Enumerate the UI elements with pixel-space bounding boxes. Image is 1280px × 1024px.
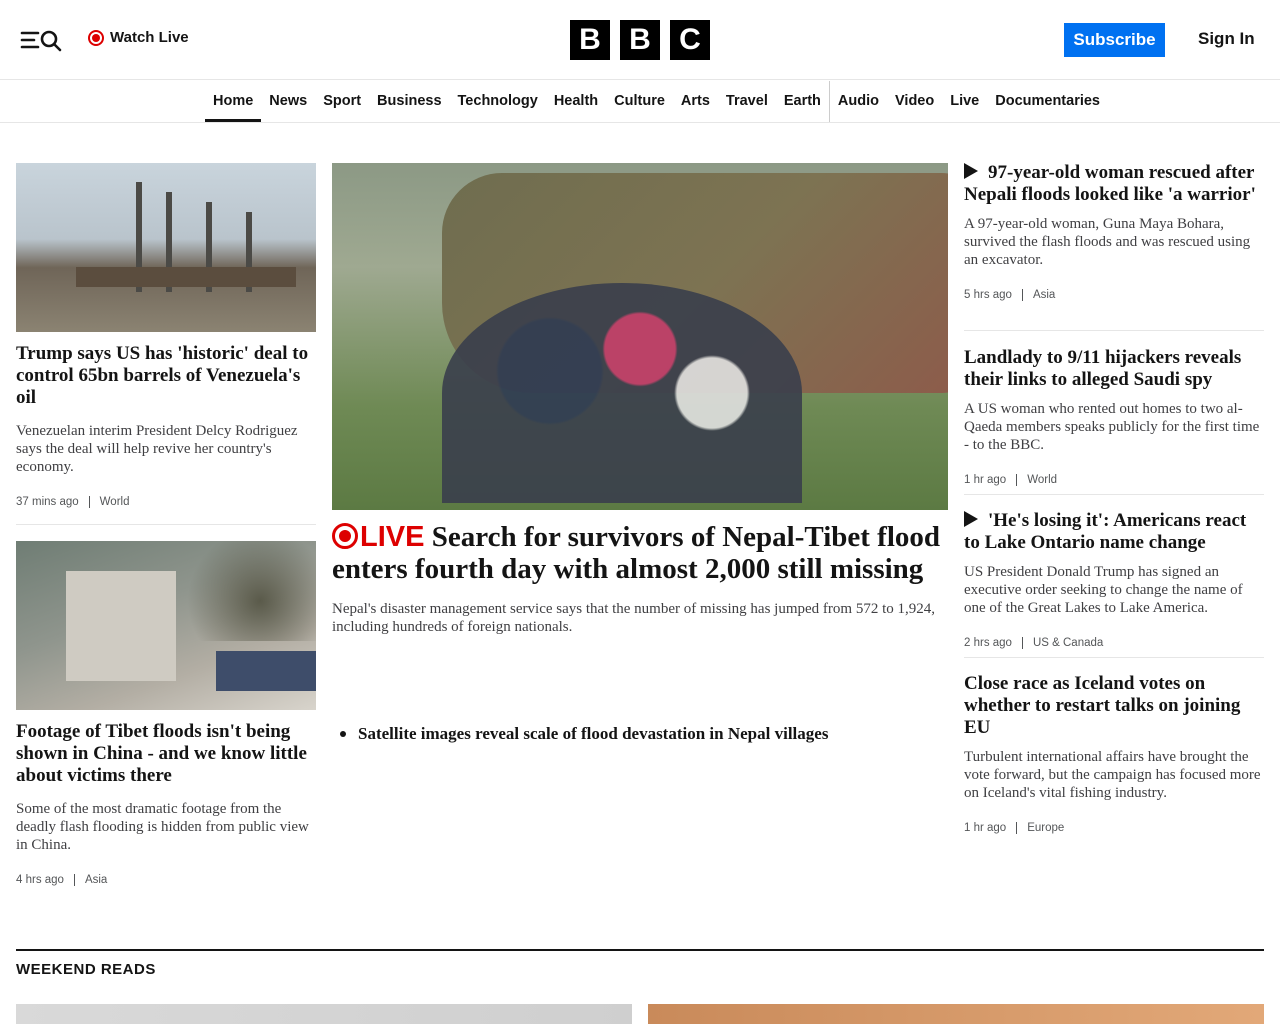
story-time: 1 hr ago — [964, 474, 1007, 486]
story-meta: 2 hrs ago US & Canada — [964, 637, 1264, 649]
bullet-icon — [340, 731, 346, 737]
nav-item-business[interactable]: Business — [369, 81, 449, 122]
top-bar: Watch Live B B C Subscribe Sign In — [0, 0, 1280, 80]
story-right-3: 'He's losing it': Americans react to Lak… — [964, 510, 1264, 649]
live-icon — [332, 523, 358, 549]
story-time: 4 hrs ago — [16, 874, 64, 886]
watch-live-label: Watch Live — [110, 29, 189, 46]
menu-search-button[interactable] — [20, 27, 64, 53]
main-nav: Home News Sport Business Technology Heal… — [0, 81, 1280, 123]
story-time: 5 hrs ago — [964, 289, 1012, 301]
nav-item-audio[interactable]: Audio — [828, 81, 887, 122]
watch-live-link[interactable]: Watch Live — [88, 29, 189, 46]
story-right-4: Close race as Iceland votes on whether t… — [964, 673, 1264, 834]
nav-item-travel[interactable]: Travel — [718, 81, 776, 122]
search-icon — [40, 30, 62, 52]
nav-item-technology[interactable]: Technology — [450, 81, 546, 122]
nav-item-live[interactable]: Live — [942, 81, 987, 122]
sign-in-link[interactable]: Sign In — [1198, 29, 1255, 49]
play-icon — [964, 163, 978, 179]
logo-letter: B — [570, 20, 610, 60]
story-headline[interactable]: 97-year-old woman rescued after Nepali f… — [964, 162, 1264, 206]
story-summary: A 97-year-old woman, Guna Maya Bohara, s… — [964, 216, 1251, 268]
story-meta: 5 hrs ago Asia — [964, 289, 1264, 301]
story-meta: 1 hr ago World — [964, 474, 1264, 486]
story-tag[interactable]: Asia — [73, 874, 107, 886]
story-headline-text: 97-year-old woman rescued after Nepali f… — [964, 162, 1256, 205]
nav-item-documentaries[interactable]: Documentaries — [987, 81, 1108, 122]
story-tag[interactable]: Europe — [1016, 822, 1064, 834]
divider — [964, 330, 1264, 331]
story-left-1: Trump says US has 'historic' deal to con… — [16, 343, 316, 508]
story-left-2: Footage of Tibet floods isn't being show… — [16, 721, 316, 886]
story-main: LIVE Search for survivors of Nepal-Tibet… — [332, 521, 948, 636]
story-tag[interactable]: World — [88, 496, 129, 508]
helicopter-rescue-image[interactable] — [332, 163, 948, 510]
section-title: WEEKEND READS — [16, 961, 156, 978]
live-icon — [88, 29, 104, 46]
story-summary: Venezuelan interim President Delcy Rodri… — [16, 423, 298, 475]
story-tag[interactable]: Asia — [1021, 289, 1055, 301]
main-headline-text: Search for survivors of Nepal-Tibet floo… — [332, 521, 941, 585]
logo-letter: C — [670, 20, 710, 60]
divider — [16, 524, 316, 525]
menu-icon — [20, 31, 40, 49]
weekend-read-image-1[interactable] — [16, 1004, 632, 1024]
nav-item-health[interactable]: Health — [546, 81, 606, 122]
story-tag[interactable]: World — [1016, 474, 1057, 486]
section-rule — [16, 949, 1264, 951]
related-link-text: Satellite images reveal scale of flood d… — [358, 724, 829, 743]
bbc-logo[interactable]: B B C — [570, 20, 710, 60]
divider — [964, 494, 1264, 495]
story-meta: 1 hr ago Europe — [964, 822, 1264, 834]
story-meta: 4 hrs ago Asia — [16, 874, 316, 886]
story-headline[interactable]: Footage of Tibet floods isn't being show… — [16, 721, 316, 787]
nav-item-home[interactable]: Home — [205, 81, 262, 122]
weekend-read-image-2[interactable] — [648, 1004, 1264, 1024]
logo-letter: B — [620, 20, 660, 60]
story-meta: 37 mins ago World — [16, 496, 316, 508]
story-headline-text: 'He's losing it': Americans react to Lak… — [964, 510, 1247, 553]
divider — [964, 657, 1264, 658]
related-link[interactable]: Satellite images reveal scale of flood d… — [340, 724, 828, 744]
story-summary: Turbulent international affairs have bro… — [964, 749, 1261, 801]
story-tag[interactable]: US & Canada — [1021, 637, 1103, 649]
live-label: LIVE — [360, 521, 425, 553]
main-headline[interactable]: LIVE Search for survivors of Nepal-Tibet… — [332, 521, 948, 585]
story-headline[interactable]: Close race as Iceland votes on whether t… — [964, 673, 1264, 739]
story-summary: US President Donald Trump has signed an … — [964, 564, 1243, 616]
play-icon — [964, 511, 978, 527]
nav-item-video[interactable]: Video — [887, 81, 942, 122]
subscribe-button[interactable]: Subscribe — [1064, 23, 1165, 57]
main-summary: Nepal's disaster management service says… — [332, 601, 935, 635]
oil-rig-image[interactable] — [16, 163, 316, 332]
nav-item-sport[interactable]: Sport — [315, 81, 369, 122]
story-summary: A US woman who rented out homes to two a… — [964, 401, 1260, 453]
nav-item-culture[interactable]: Culture — [606, 81, 673, 122]
story-headline[interactable]: Landlady to 9/11 hijackers reveals their… — [964, 347, 1264, 391]
nav-item-news[interactable]: News — [261, 81, 315, 122]
story-time: 1 hr ago — [964, 822, 1007, 834]
story-right-1: 97-year-old woman rescued after Nepali f… — [964, 162, 1264, 301]
story-time: 37 mins ago — [16, 496, 79, 508]
tibet-flood-image[interactable] — [16, 541, 316, 710]
story-time: 2 hrs ago — [964, 637, 1012, 649]
story-right-2: Landlady to 9/11 hijackers reveals their… — [964, 347, 1264, 486]
story-headline[interactable]: 'He's losing it': Americans react to Lak… — [964, 510, 1264, 554]
nav-item-earth[interactable]: Earth — [776, 81, 829, 122]
nav-item-arts[interactable]: Arts — [673, 81, 718, 122]
story-headline[interactable]: Trump says US has 'historic' deal to con… — [16, 343, 316, 409]
story-summary: Some of the most dramatic footage from t… — [16, 801, 309, 853]
